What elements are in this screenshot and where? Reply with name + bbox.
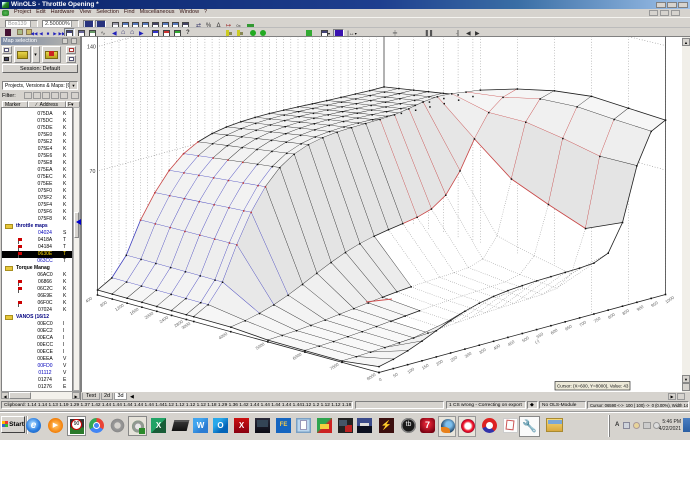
- svg-text:1200: 1200: [114, 302, 125, 312]
- svg-text:8000: 8000: [366, 372, 377, 382]
- svg-text:150: 150: [421, 362, 430, 370]
- svg-text:800: 800: [607, 312, 616, 320]
- svg-text:6000: 6000: [292, 351, 303, 361]
- svg-text:4000: 4000: [218, 331, 229, 341]
- svg-text:750: 750: [593, 315, 602, 323]
- svg-text:2000: 2000: [144, 310, 155, 320]
- svg-text:(-): (-): [534, 338, 541, 345]
- svg-text:400: 400: [84, 295, 93, 303]
- svg-text:2400: 2400: [158, 315, 169, 325]
- svg-text:5000: 5000: [255, 341, 266, 351]
- svg-text:200: 200: [435, 358, 444, 366]
- svg-text:350: 350: [478, 347, 487, 355]
- svg-text:850: 850: [621, 308, 630, 316]
- svg-text:400: 400: [492, 343, 501, 351]
- svg-text:140: 140: [87, 45, 96, 51]
- svg-text:70: 70: [90, 169, 96, 175]
- svg-text:800: 800: [99, 300, 108, 308]
- svg-text:Cursor: (X=600, Y=8000), Value: Cursor: (X=600, Y=8000), Value: 43: [557, 384, 629, 389]
- svg-text:600: 600: [550, 327, 559, 335]
- svg-text:7000: 7000: [329, 361, 340, 371]
- svg-text:50: 50: [392, 371, 399, 378]
- svg-text:650: 650: [564, 323, 573, 331]
- svg-text:250: 250: [449, 354, 458, 362]
- svg-text:950: 950: [650, 300, 659, 308]
- svg-text:500: 500: [521, 335, 530, 343]
- svg-text:1600: 1600: [129, 306, 140, 316]
- svg-text:700: 700: [578, 319, 587, 327]
- svg-text:1000: 1000: [664, 295, 675, 305]
- svg-text:300: 300: [464, 351, 473, 359]
- svg-text:450: 450: [507, 339, 516, 347]
- svg-text:100: 100: [406, 366, 415, 374]
- svg-text:900: 900: [636, 304, 645, 312]
- svg-text:0: 0: [378, 377, 383, 383]
